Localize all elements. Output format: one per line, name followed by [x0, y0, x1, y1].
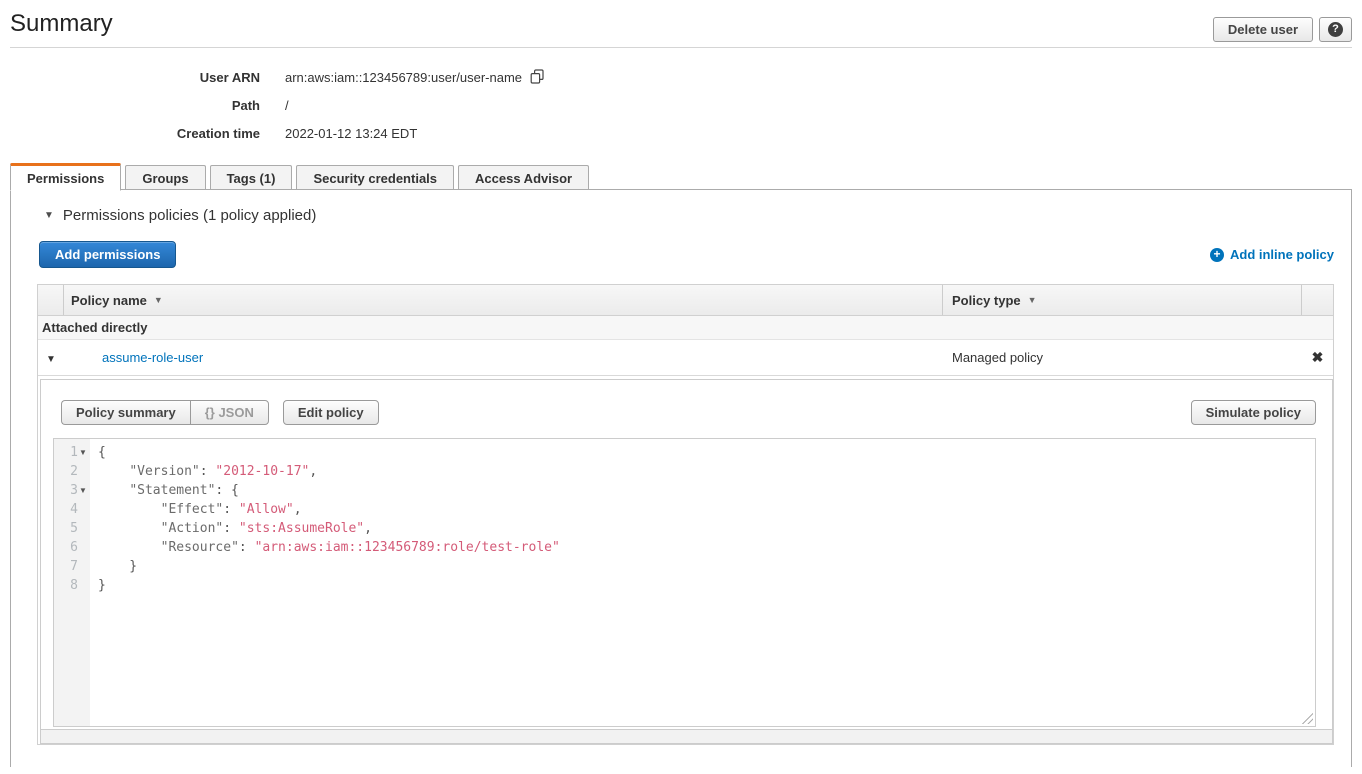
collapse-triangle-icon: ▼: [44, 210, 54, 221]
page-title: Summary: [10, 10, 113, 38]
path-row: Path /: [10, 91, 1352, 119]
path-label: Path: [10, 98, 260, 113]
creation-time-row: Creation time 2022-01-12 13:24 EDT: [10, 119, 1352, 147]
policy-name-link[interactable]: assume-role-user: [102, 350, 203, 365]
permissions-policies-title: Permissions policies (1 policy applied): [63, 207, 316, 224]
policy-detail-footer: [41, 729, 1332, 743]
copy-icon[interactable]: [530, 69, 545, 87]
permissions-tab-panel: ▼ Permissions policies (1 policy applied…: [10, 189, 1352, 767]
policy-view-switcher: Policy summary {} JSON: [61, 400, 269, 425]
plus-circle-icon: +: [1210, 248, 1224, 262]
creation-time-value: 2022-01-12 13:24 EDT: [285, 126, 417, 141]
table-row: ▼ assume-role-user Managed policy ✖: [38, 340, 1333, 376]
sort-arrow-icon: ▼: [1028, 295, 1037, 305]
tab-security-credentials[interactable]: Security credentials: [296, 165, 454, 190]
page-header: Summary Delete user ?: [10, 8, 1352, 47]
permissions-toolbar: Add permissions + Add inline policy: [37, 241, 1334, 268]
remove-policy-button[interactable]: ✖: [1302, 349, 1333, 366]
policy-detail-panel: Policy summary {} JSON Edit policy Simul…: [40, 379, 1333, 744]
attached-directly-group-row: Attached directly: [38, 316, 1333, 340]
policy-type-value: Managed policy: [943, 350, 1302, 365]
tab-groups[interactable]: Groups: [125, 165, 205, 190]
user-arn-value: arn:aws:iam::123456789:user/user-name: [285, 70, 522, 85]
add-permissions-button[interactable]: Add permissions: [39, 241, 176, 268]
header-actions: Delete user ?: [1213, 17, 1352, 42]
question-mark-icon: ?: [1328, 22, 1343, 37]
add-inline-policy-link[interactable]: + Add inline policy: [1210, 247, 1334, 262]
actions-column-header: [1302, 285, 1333, 315]
policy-summary-button[interactable]: Policy summary: [61, 400, 190, 425]
policies-table: Policy name ▼ Policy type ▼ Attached dir…: [37, 284, 1334, 745]
tab-access-advisor[interactable]: Access Advisor: [458, 165, 589, 190]
code-content[interactable]: { "Version": "2012-10-17", "Statement": …: [90, 439, 1315, 726]
json-view-button[interactable]: {} JSON: [190, 400, 269, 425]
help-button[interactable]: ?: [1319, 17, 1352, 42]
user-arn-row: User ARN arn:aws:iam::123456789:user/use…: [10, 63, 1352, 91]
iam-user-summary-page: Summary Delete user ? User ARN arn:aws:i…: [0, 8, 1362, 767]
chevron-down-icon: ▼: [46, 354, 56, 365]
code-gutter: 1▼23▼45678: [54, 439, 90, 726]
expander-column-header: [38, 285, 64, 315]
policy-json-editor[interactable]: 1▼23▼45678 { "Version": "2012-10-17", "S…: [53, 438, 1316, 727]
permissions-policies-section-toggle[interactable]: ▼ Permissions policies (1 policy applied…: [44, 205, 1334, 225]
path-value: /: [285, 98, 289, 113]
row-expander-button[interactable]: ▼: [38, 350, 64, 365]
tab-bar: Permissions Groups Tags (1) Security cre…: [10, 162, 1352, 190]
creation-time-label: Creation time: [10, 126, 260, 141]
tab-permissions[interactable]: Permissions: [10, 163, 121, 191]
edit-policy-button[interactable]: Edit policy: [283, 400, 379, 425]
policy-detail-toolbar: Policy summary {} JSON Edit policy Simul…: [61, 399, 1316, 426]
policy-name-column-header[interactable]: Policy name ▼: [64, 285, 943, 315]
policies-table-header: Policy name ▼ Policy type ▼: [38, 285, 1333, 316]
policy-type-column-header[interactable]: Policy type ▼: [943, 285, 1302, 315]
tab-tags[interactable]: Tags (1): [210, 165, 293, 190]
user-info-section: User ARN arn:aws:iam::123456789:user/use…: [10, 48, 1352, 147]
simulate-policy-button[interactable]: Simulate policy: [1191, 400, 1316, 425]
delete-user-button[interactable]: Delete user: [1213, 17, 1313, 42]
sort-arrow-icon: ▼: [154, 295, 163, 305]
user-arn-label: User ARN: [10, 70, 260, 85]
